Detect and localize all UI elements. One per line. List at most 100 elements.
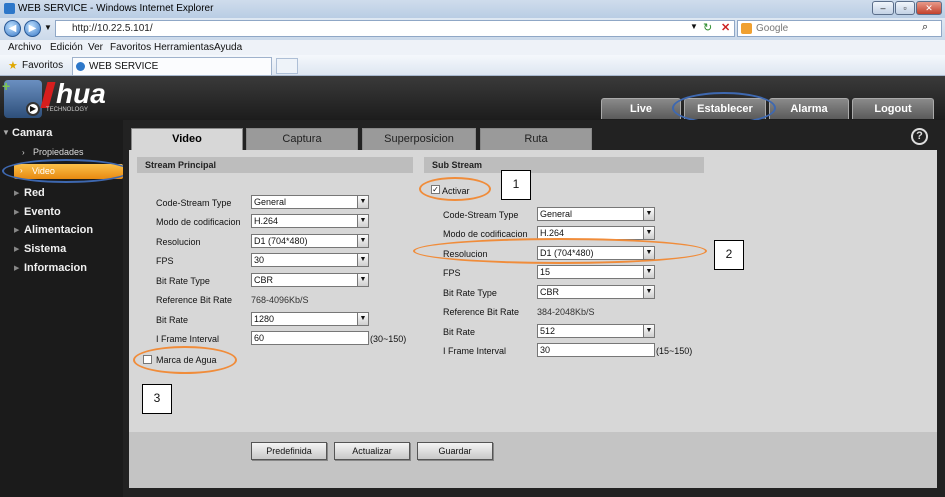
- browser-titlebar: WEB SERVICE - Windows Internet Explorer …: [0, 0, 945, 18]
- sidebar-item-evento[interactable]: Evento: [24, 206, 61, 218]
- sidebar-item-alimentacion[interactable]: Alimentacion: [24, 224, 93, 236]
- sub-label-fps: FPS: [443, 268, 461, 278]
- star-icon: ★: [8, 60, 18, 72]
- search-input[interactable]: Google: [737, 20, 942, 37]
- search-provider-icon: [741, 23, 752, 34]
- main-code-stream-select[interactable]: General ▼: [251, 195, 369, 209]
- favorites-button[interactable]: Favoritos: [22, 60, 63, 71]
- maximize-button[interactable]: ▫: [895, 1, 915, 15]
- nav-logout[interactable]: Logout: [852, 98, 934, 119]
- sub-bitrate-type-value: CBR: [540, 287, 560, 297]
- predefinida-button[interactable]: Predefinida: [251, 442, 327, 460]
- menu-ver[interactable]: Ver: [88, 42, 103, 53]
- main-bitrate-select[interactable]: 1280 ▼: [251, 312, 369, 326]
- main-resolucion-value: D1 (704*480): [254, 236, 308, 246]
- menu-archivo[interactable]: Archivo: [8, 42, 41, 53]
- annotation-oval-video: [2, 159, 130, 183]
- main-bitrate-type-select[interactable]: CBR ▼: [251, 273, 369, 287]
- main-label-reference-bitrate: Reference Bit Rate: [156, 295, 233, 305]
- main-code-stream-value: General: [254, 197, 287, 207]
- sub-bitrate-select[interactable]: 512 ▼: [537, 324, 655, 338]
- actualizar-button[interactable]: Actualizar: [334, 442, 410, 460]
- chevron-down-icon: ▼: [357, 235, 368, 247]
- sub-codificacion-value: H.264: [540, 228, 565, 238]
- url-input[interactable]: http://10.22.5.101/: [55, 20, 735, 37]
- tab-ruta[interactable]: Ruta: [480, 128, 592, 150]
- sidebar-item-informacion[interactable]: Informacion: [24, 262, 87, 274]
- chevron-down-icon: ▼: [357, 215, 368, 227]
- sub-fps-select[interactable]: 15 ▼: [537, 265, 655, 279]
- address-bar-row: ◀ ▶ ▼ http://10.22.5.101/ ▼ ↻ ✕ Google ⌕: [0, 18, 945, 40]
- tab-video[interactable]: Video: [131, 128, 243, 150]
- nav-live[interactable]: Live: [601, 98, 681, 119]
- refresh-icon[interactable]: ↻: [703, 21, 712, 34]
- browser-tab[interactable]: WEB SERVICE: [72, 57, 272, 75]
- close-window-button[interactable]: ✕: [916, 1, 942, 15]
- chevron-down-icon: ▼: [643, 208, 654, 220]
- main-iframe-range: (30~150): [370, 334, 407, 344]
- annotation-oval-resolucion: [413, 238, 707, 264]
- forward-icon[interactable]: ▶: [24, 20, 41, 37]
- main-resolucion-select[interactable]: D1 (704*480) ▼: [251, 234, 369, 248]
- favorites-bar: ★ Favoritos WEB SERVICE: [0, 55, 945, 76]
- window-title: WEB SERVICE - Windows Internet Explorer: [18, 3, 214, 14]
- sub-code-stream-select[interactable]: General ▼: [537, 207, 655, 221]
- chevron-down-icon: ▼: [643, 227, 654, 239]
- new-tab-button[interactable]: [276, 58, 298, 74]
- sub-label-iframe: I Frame Interval: [443, 346, 507, 356]
- browser-tab-label: WEB SERVICE: [89, 61, 159, 72]
- main-iframe-input[interactable]: 60: [251, 331, 369, 345]
- main-bitrate-type-value: CBR: [254, 275, 274, 285]
- logo-subtext: TECHNOLOGY: [46, 107, 89, 113]
- main-reference-bitrate-value: 768-4096Kb/S: [251, 295, 309, 305]
- sub-bitrate-type-select[interactable]: CBR ▼: [537, 285, 655, 299]
- sidebar-item-red[interactable]: Red: [24, 187, 45, 199]
- help-icon[interactable]: ?: [911, 128, 928, 145]
- nav-alarma[interactable]: Alarma: [769, 98, 849, 119]
- sidebar-item-camara[interactable]: Camara: [12, 127, 52, 139]
- stop-icon[interactable]: ✕: [721, 21, 730, 34]
- main-label-bitrate: Bit Rate: [156, 315, 189, 325]
- history-dropdown-icon[interactable]: ▼: [44, 23, 52, 32]
- annotation-box-3: 3: [142, 384, 172, 414]
- main-label-codificacion: Modo de codificacion: [156, 217, 241, 227]
- logo-text: hua: [56, 78, 106, 109]
- search-icon[interactable]: ⌕: [922, 21, 928, 34]
- annotation-oval-activar: [419, 177, 491, 201]
- tab-superposicion[interactable]: Superposicion: [362, 128, 476, 150]
- minimize-button[interactable]: –: [872, 1, 894, 15]
- sub-iframe-input[interactable]: 30: [537, 343, 655, 357]
- sub-iframe-range: (15~150): [656, 346, 693, 356]
- sub-label-codificacion: Modo de codificacion: [443, 229, 528, 239]
- menu-edicion[interactable]: Edición: [50, 42, 83, 53]
- main-fps-select[interactable]: 30 ▼: [251, 253, 369, 267]
- menu-herramientas[interactable]: Herramientas: [154, 42, 214, 53]
- main-stream-header: Stream Principal: [137, 157, 413, 173]
- main-codificacion-select[interactable]: H.264 ▼: [251, 214, 369, 228]
- main-label-iframe: I Frame Interval: [156, 334, 220, 344]
- back-icon[interactable]: ◀: [4, 20, 21, 37]
- chevron-down-icon: ▼: [643, 266, 654, 278]
- url-dropdown-icon[interactable]: ▼: [690, 22, 698, 31]
- menu-ayuda[interactable]: Ayuda: [214, 42, 242, 53]
- menu-bar: Archivo Edición Ver Favoritos Herramient…: [0, 40, 945, 55]
- main-codificacion-value: H.264: [254, 216, 279, 226]
- main-label-fps: FPS: [156, 256, 174, 266]
- tab-captura[interactable]: Captura: [246, 128, 358, 150]
- sub-reference-bitrate-value: 384-2048Kb/S: [537, 307, 595, 317]
- chevron-right-icon: ›: [22, 148, 25, 157]
- main-label-bitrate-type: Bit Rate Type: [156, 276, 210, 286]
- main-label-code-stream: Code-Stream Type: [156, 198, 232, 208]
- guardar-button[interactable]: Guardar: [417, 442, 493, 460]
- button-bar: Predefinida Actualizar Guardar: [129, 432, 937, 488]
- chevron-down-icon: ▼: [357, 196, 368, 208]
- sidebar-item-sistema[interactable]: Sistema: [24, 243, 66, 255]
- annotation-box-2: 2: [714, 240, 744, 270]
- main-fps-value: 30: [254, 255, 265, 265]
- sidebar: ▼ Camara › Propiedades › Video ▶ Red ▶ E…: [0, 120, 130, 497]
- ie-icon: [4, 3, 15, 14]
- main-label-resolucion: Resolucion: [156, 237, 201, 247]
- sidebar-item-propiedades[interactable]: Propiedades: [33, 147, 84, 157]
- menu-favoritos[interactable]: Favoritos: [110, 42, 151, 53]
- collapse-icon: ▼: [2, 128, 10, 137]
